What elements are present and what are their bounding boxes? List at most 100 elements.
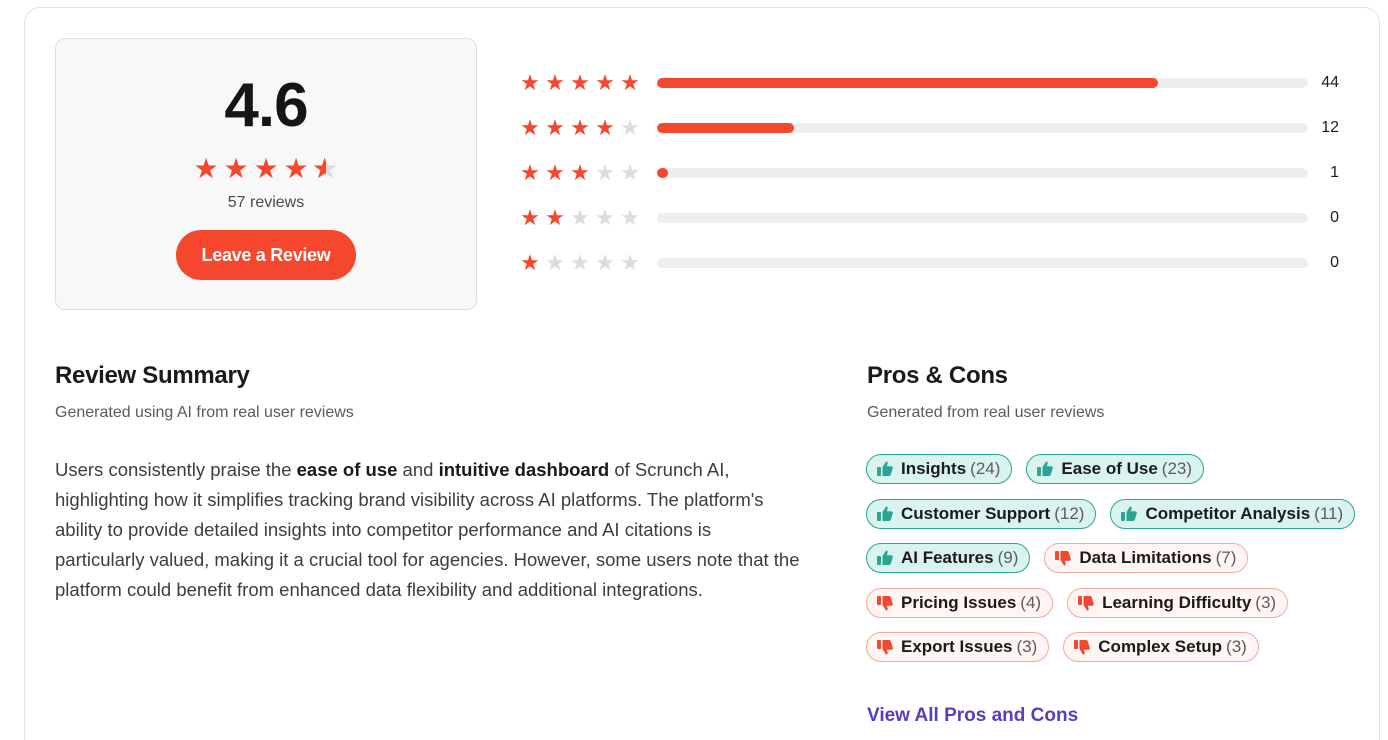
star-icon: ★ xyxy=(620,160,640,185)
con-chip-data-limitations[interactable]: Data Limitations (7) xyxy=(1044,543,1249,573)
star-icon: ★ xyxy=(545,205,565,230)
chip-count: (3) xyxy=(1016,637,1038,656)
summary-text-segment: of Scrunch AI, highlighting how it simpl… xyxy=(55,459,800,600)
chip-count: (23) xyxy=(1161,459,1193,478)
chip-row: Insights (24) Ease of Use (23) xyxy=(866,454,1356,484)
chip-count: (7) xyxy=(1215,548,1237,567)
chip-label: Pricing Issues xyxy=(901,592,1017,612)
con-chip-complex-setup[interactable]: Complex Setup (3) xyxy=(1063,632,1259,662)
star-icon: ★ xyxy=(595,160,615,185)
distribution-row-5-stars[interactable]: ★ ★ ★ ★ ★ 44 xyxy=(518,68,1348,98)
star-rating-5: ★ ★ ★ ★ ★ xyxy=(518,68,642,98)
pro-chip-insights[interactable]: Insights (24) xyxy=(866,454,1013,484)
distribution-row-4-stars[interactable]: ★ ★ ★ ★ ★ 12 xyxy=(518,113,1348,143)
thumbs-up-icon xyxy=(1119,504,1139,524)
chip-row: AI Features (9) Data Limitations (7) xyxy=(866,543,1356,573)
star-icon: ★ xyxy=(545,160,565,185)
distribution-bar-fill xyxy=(657,78,1159,88)
star-icon: ★ xyxy=(253,153,279,184)
chip-row: Customer Support (12) Competitor Analysis(… xyxy=(866,498,1356,529)
pros-cons-subtitle: Generated from real user reviews xyxy=(867,404,1105,421)
distribution-count: 12 xyxy=(1321,119,1339,136)
chip-count: (3) xyxy=(1255,592,1277,612)
distribution-row-3-stars[interactable]: ★ ★ ★ ★ ★ 1 xyxy=(518,158,1348,188)
chip-count: (11) xyxy=(1314,503,1344,523)
distribution-bar-fill xyxy=(657,168,669,178)
star-icon: ★ xyxy=(520,115,540,140)
distribution-bar-track xyxy=(657,258,1308,268)
thumbs-up-icon xyxy=(1035,459,1055,479)
star-icon: ★ xyxy=(620,205,640,230)
distribution-bar-fill xyxy=(657,123,794,133)
star-icon: ★ xyxy=(283,153,309,184)
pro-chip-ease-of-use[interactable]: Ease of Use (23) xyxy=(1026,454,1205,484)
thumbs-up-icon xyxy=(875,504,895,524)
review-summary-subtitle: Generated using AI from real user review… xyxy=(55,404,354,421)
con-chip-export-issues[interactable]: Export Issues (3) xyxy=(866,632,1050,662)
pro-chip-competitor-analysis[interactable]: Competitor Analysis (11) xyxy=(1110,498,1356,529)
thumbs-down-icon xyxy=(1072,637,1092,657)
chip-count: (24) xyxy=(970,459,1001,478)
star-icon: ★ xyxy=(193,153,219,184)
con-chip-pricing-issues[interactable]: Pricing Issues (4) xyxy=(866,587,1054,618)
star-icon: ★ xyxy=(570,70,590,95)
thumbs-down-icon xyxy=(875,637,895,657)
review-count: 57 reviews xyxy=(227,194,305,211)
star-icon: ★ xyxy=(570,250,590,275)
summary-text-segment: and xyxy=(397,459,439,480)
star-rating-4: ★ ★ ★ ★ ★ xyxy=(518,113,642,143)
summary-highlight: ease of use xyxy=(296,459,398,480)
star-icon: ★ xyxy=(570,160,590,185)
overall-rating-box: 4.6 ★★★★★ 57 reviews Leave a Review xyxy=(55,38,477,310)
chip-row: Export Issues (3) Complex Setup (3) xyxy=(866,632,1356,662)
chip-count: (12) xyxy=(1054,503,1085,523)
pro-chip-ai-features[interactable]: AI Features (9) xyxy=(866,543,1031,573)
star-icon: ★ xyxy=(570,205,590,230)
chip-label: AI Features xyxy=(901,548,994,567)
star-icon: ★ xyxy=(595,250,615,275)
view-all-pros-cons-link[interactable]: View All Pros and Cons xyxy=(867,705,1078,727)
pros-cons-title: Pros & Cons xyxy=(867,362,1008,389)
leave-review-button[interactable]: Leave a Review xyxy=(176,230,356,280)
pro-chip-customer-support[interactable]: Customer Support (12) xyxy=(866,498,1097,529)
chip-label: Export Issues xyxy=(901,637,1013,656)
review-summary-title: Review Summary xyxy=(55,362,250,389)
star-rating-2: ★ ★ ★ ★ ★ xyxy=(518,203,642,233)
thumbs-down-icon xyxy=(875,593,895,613)
average-score: 4.6 xyxy=(224,71,308,140)
chip-label: Ease of Use xyxy=(1061,459,1158,478)
star-icon: ★ xyxy=(620,250,640,275)
thumbs-up-icon xyxy=(875,548,895,568)
star-icon: ★ xyxy=(223,153,249,184)
chip-count: (4) xyxy=(1020,592,1042,612)
star-icon: ★ xyxy=(570,115,590,140)
thumbs-up-icon xyxy=(875,459,895,479)
star-icon: ★ xyxy=(595,205,615,230)
chip-row: Pricing Issues (4) Learning Difficulty (3) xyxy=(866,587,1356,618)
summary-text-segment: Users consistently praise the xyxy=(55,459,297,480)
summary-highlight: intuitive dashboard xyxy=(438,459,610,480)
distribution-count: 0 xyxy=(1330,209,1339,226)
star-icon: ★ xyxy=(520,70,540,95)
distribution-row-2-stars[interactable]: ★ ★ ★ ★ ★ 0 xyxy=(518,203,1348,233)
distribution-bar-track xyxy=(657,168,1308,178)
star-icon: ★ xyxy=(520,205,540,230)
chip-label: Learning Difficulty xyxy=(1102,592,1252,612)
star-icon: ★ xyxy=(545,115,565,140)
distribution-count: 0 xyxy=(1330,254,1339,271)
distribution-bar-track xyxy=(657,123,1308,133)
star-icon: ★ xyxy=(520,250,540,275)
star-icon: ★ xyxy=(545,70,565,95)
distribution-row-1-stars[interactable]: ★ ★ ★ ★ ★ 0 xyxy=(518,248,1348,278)
distribution-count: 44 xyxy=(1321,74,1339,91)
chip-label: Competitor Analysis xyxy=(1145,503,1311,523)
star-icon: ★ xyxy=(595,70,615,95)
star-icon: ★ xyxy=(620,115,640,140)
chip-count: (9) xyxy=(997,548,1019,567)
star-rating-3: ★ ★ ★ ★ ★ xyxy=(518,158,642,188)
star-icon: ★ xyxy=(520,160,540,185)
distribution-bar-track xyxy=(657,213,1308,223)
con-chip-learning-difficulty[interactable]: Learning Difficulty (3) xyxy=(1067,587,1289,618)
star-icon: ★ xyxy=(545,250,565,275)
distribution-count: 1 xyxy=(1330,164,1339,181)
